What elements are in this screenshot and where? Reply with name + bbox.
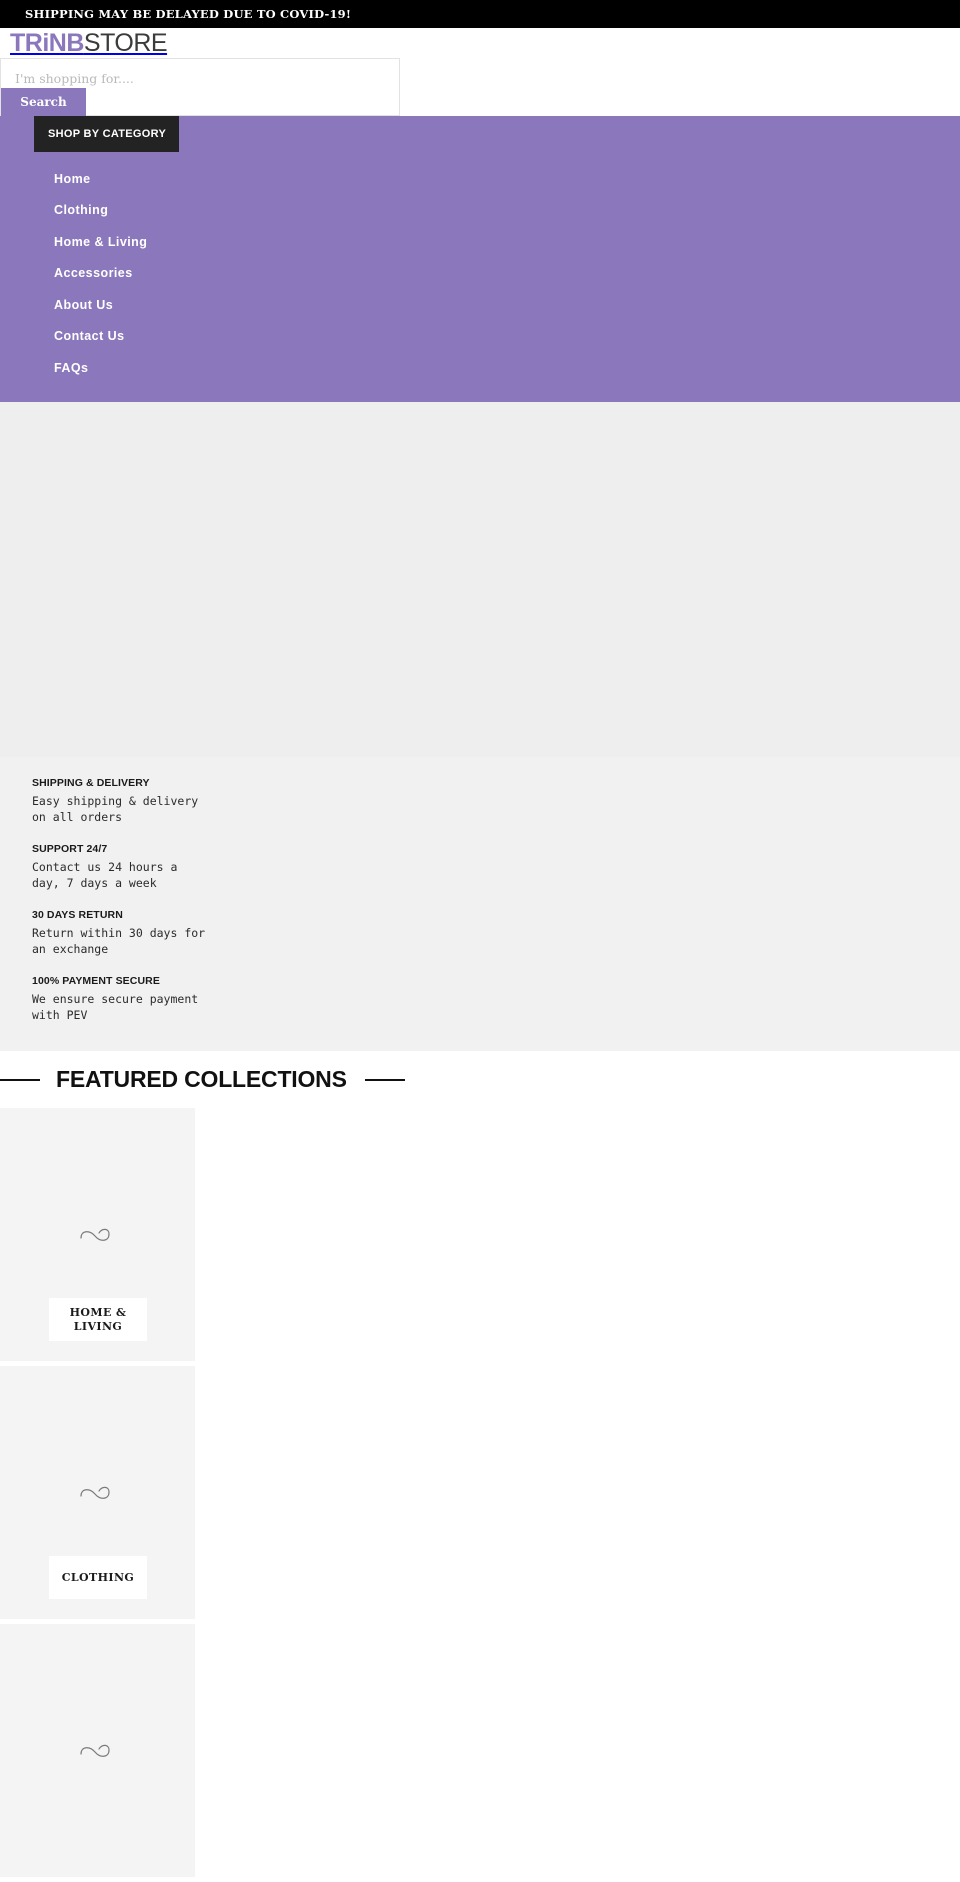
logo-secondary-text: STORE	[83, 28, 168, 57]
header-logo-row: TRiNBSTORE	[0, 28, 960, 58]
heading-rule-left-icon	[0, 1078, 40, 1081]
nav-link-label[interactable]: Home & Living	[54, 235, 147, 249]
feature-description: Easy shipping & delivery on all orders	[32, 793, 199, 824]
heading-rule-right-icon	[364, 1078, 405, 1081]
page-title: FEATURED COLLECTIONS	[56, 1066, 347, 1093]
search-button[interactable]: Search	[1, 88, 86, 116]
feature-payment-secure: 100% PAYMENT SECURE We ensure secure pay…	[0, 975, 960, 1023]
nav-item-contact-us[interactable]: Contact Us	[0, 321, 960, 353]
announcement-bar: SHIPPING MAY BE DELAYED DUE TO COVID-19!	[0, 0, 960, 28]
nav-link-label[interactable]: Clothing	[54, 203, 108, 217]
collection-card-label[interactable]: HOME & LIVING	[49, 1298, 147, 1342]
nav-item-about-us[interactable]: About Us	[0, 289, 960, 321]
loading-spinner-icon	[78, 1482, 118, 1504]
site-logo[interactable]: TRiNBSTORE	[10, 28, 168, 57]
loading-spinner-icon	[78, 1224, 118, 1246]
feature-title: 100% PAYMENT SECURE	[32, 975, 160, 988]
collection-card-third[interactable]	[0, 1624, 195, 1878]
service-features: SHIPPING & DELIVERY Easy shipping & deli…	[0, 756, 960, 1052]
nav-link-label[interactable]: Home	[54, 172, 91, 186]
feature-description: Return within 30 days for an exchange	[32, 925, 206, 956]
nav-list: Home Clothing Home & Living Accessories …	[0, 116, 960, 384]
hero-banner-placeholder	[0, 401, 960, 757]
nav-link-label[interactable]: About Us	[54, 298, 113, 312]
featured-collections-header: FEATURED COLLECTIONS	[0, 1051, 960, 1109]
nav-link-label[interactable]: Accessories	[54, 266, 133, 280]
feature-description: Contact us 24 hours a day, 7 days a week	[32, 859, 178, 890]
collection-card-label[interactable]: CLOTHING	[49, 1556, 147, 1600]
search-input[interactable]	[1, 59, 399, 89]
search-region: Search	[0, 58, 960, 116]
nav-item-accessories[interactable]: Accessories	[0, 258, 960, 290]
feature-support: SUPPORT 24/7 Contact us 24 hours a day, …	[0, 843, 960, 891]
shop-by-category-button[interactable]: SHOP BY CATEGORY	[34, 116, 179, 152]
main-navigation: SHOP BY CATEGORY Home Clothing Home & Li…	[0, 116, 960, 402]
collection-card-clothing[interactable]: CLOTHING	[0, 1366, 195, 1620]
logo-primary-text: TRiNB	[10, 28, 84, 57]
nav-item-clothing[interactable]: Clothing	[0, 195, 960, 227]
nav-item-home[interactable]: Home	[0, 163, 960, 195]
nav-item-home-and-living[interactable]: Home & Living	[0, 226, 960, 258]
feature-title: SUPPORT 24/7	[32, 842, 108, 855]
loading-spinner-icon	[78, 1740, 118, 1762]
feature-shipping-delivery: SHIPPING & DELIVERY Easy shipping & deli…	[0, 777, 960, 825]
collection-card-home-living[interactable]: HOME & LIVING	[0, 1108, 195, 1362]
feature-title: SHIPPING & DELIVERY	[32, 776, 150, 789]
search-box: Search	[0, 58, 400, 116]
announcement-text: SHIPPING MAY BE DELAYED DUE TO COVID-19!	[25, 7, 352, 21]
featured-collections-list: HOME & LIVING CLOTHING	[0, 1108, 960, 1878]
feature-title: 30 DAYS RETURN	[32, 908, 123, 921]
nav-link-label[interactable]: FAQs	[54, 361, 88, 375]
nav-item-faqs[interactable]: FAQs	[0, 352, 960, 384]
feature-description: We ensure secure payment with PEV	[32, 992, 199, 1023]
nav-link-label[interactable]: Contact Us	[54, 329, 124, 343]
feature-returns: 30 DAYS RETURN Return within 30 days for…	[0, 909, 960, 957]
